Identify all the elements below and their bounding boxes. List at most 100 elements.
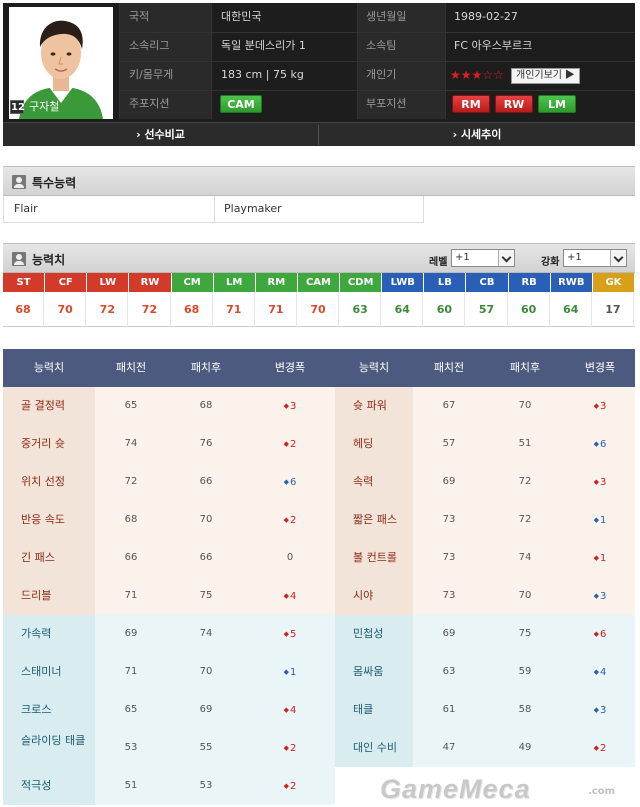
level-select[interactable]: +1 [451, 249, 515, 267]
stat-after: 70 [199, 514, 213, 525]
stat-after: 70 [518, 400, 532, 411]
position-value: 63 [340, 292, 382, 327]
stat-after: 75 [199, 590, 213, 601]
stat-delta: ◆2 [245, 501, 335, 539]
stat-delta: ◆2 [565, 729, 635, 767]
increase-icon: ◆ [283, 516, 289, 524]
stat-after: 74 [518, 552, 532, 563]
stat-before: 57 [442, 438, 456, 449]
position-value: 68 [172, 292, 213, 327]
stat-delta: ◆3 [565, 577, 635, 615]
enhance-select-value: +1 [567, 252, 582, 263]
stat-before: 47 [442, 742, 456, 753]
table-row: 골 결정력 65 68 ◆3 슛 파워 67 70 ◆3 [3, 387, 635, 425]
stat-name: 짧은 패스 [335, 501, 413, 539]
stat-delta-value: 5 [290, 629, 297, 640]
stat-after: 69 [199, 704, 213, 715]
position-value: 57 [466, 292, 508, 327]
position-name: LB [424, 273, 466, 292]
player-icon [12, 252, 26, 266]
team-label: 소속팀 [366, 39, 397, 52]
stat-delta: ◆2 [245, 767, 335, 805]
stat-name: 스태미너 [3, 653, 95, 691]
stat-after: 72 [518, 476, 532, 487]
position-rating-gk: GK 17 [592, 273, 634, 327]
column-header: 능력치 [358, 361, 390, 374]
stat-delta: ◆4 [245, 691, 335, 729]
table-row: 중거리 슛 74 76 ◆2 헤딩 57 51 ◆6 [3, 425, 635, 463]
stat-name: 적극성 [3, 767, 95, 805]
level-select-value: +1 [455, 252, 470, 263]
decrease-icon: ◆ [593, 668, 599, 676]
position-name: CM [171, 273, 213, 292]
table-row: 슬라이딩 태클 53 55 ◆2 대인 수비 47 49 ◆2 [3, 729, 635, 767]
stat-before: 73 [442, 552, 456, 563]
card-tab-bar: › 선수비교 › 시세추이 [3, 122, 635, 146]
stat-name: 슛 파워 [335, 387, 413, 425]
special-ability-header: 특수능력 [3, 166, 635, 196]
column-header: 패치후 [190, 361, 222, 374]
stat-before: 51 [124, 780, 138, 791]
stat-delta-value: 3 [600, 401, 607, 412]
stat-delta-value: 1 [290, 667, 297, 678]
stat-delta: ◆2 [245, 729, 335, 767]
position-rating-rw: RW 72 [129, 273, 171, 327]
stat-delta: ◆3 [565, 691, 635, 729]
compare-players-tab[interactable]: › 선수비교 [3, 123, 318, 147]
stat-name: 몸싸움 [335, 653, 413, 691]
stat-delta-value: 6 [600, 439, 607, 450]
decrease-icon: ◆ [283, 668, 289, 676]
stat-after: 66 [199, 476, 213, 487]
table-row: 크로스 65 69 ◆4 태클 61 58 ◆3 [3, 691, 635, 729]
special-ability-list: Flair Playmaker [3, 196, 424, 223]
position-rating-cam: CAM 70 [297, 273, 340, 327]
stat-delta: 0 [245, 539, 335, 577]
position-name: CB [466, 273, 508, 292]
stat-delta: ◆6 [245, 463, 335, 501]
position-name: CF [45, 273, 87, 292]
position-name: CDM [340, 273, 382, 292]
stat-after: 72 [518, 514, 532, 525]
stat-before: 72 [124, 476, 138, 487]
stat-delta-value: 2 [290, 781, 297, 792]
price-trend-tab[interactable]: › 시세추이 [319, 123, 635, 147]
stat-name: 태클 [335, 691, 413, 729]
position-rating-rm: RM 71 [255, 273, 297, 327]
stat-delta: ◆4 [245, 577, 335, 615]
table-row: 긴 패스 66 66 0 볼 컨트롤 73 74 ◆1 [3, 539, 635, 577]
stat-before: 68 [124, 514, 138, 525]
decrease-icon: ◆ [593, 592, 599, 600]
position-value: 72 [129, 292, 171, 327]
position-name: CAM [297, 273, 340, 292]
stat-delta: ◆1 [245, 653, 335, 691]
stat-before: 71 [124, 590, 138, 601]
stat-delta: ◆4 [565, 653, 635, 691]
increase-icon: ◆ [283, 402, 289, 410]
increase-icon: ◆ [283, 706, 289, 714]
position-name: RWB [550, 273, 592, 292]
stat-delta-value: 2 [290, 743, 297, 754]
position-rating-rb: RB 60 [508, 273, 550, 327]
birthdate-value: 1989-02-27 [454, 10, 518, 23]
sub-position-badge-rw: RW [495, 95, 533, 113]
info-row-nationality: 국적 대한민국 생년월일 1989-02-27 [3, 3, 635, 31]
increase-icon: ◆ [593, 744, 599, 752]
increase-icon: ◆ [283, 440, 289, 448]
table-row: 드리블 71 75 ◆4 시야 73 70 ◆3 [3, 577, 635, 615]
stat-delta-value: 4 [290, 591, 297, 602]
view-skill-moves-button[interactable]: 개인기보기 ▶ [511, 68, 580, 84]
increase-icon: ◆ [283, 744, 289, 752]
stat-name: 헤딩 [335, 425, 413, 463]
decrease-icon: ◆ [593, 706, 599, 714]
enhance-select[interactable]: +1 [563, 249, 627, 267]
table-row: 가속력 69 74 ◆5 민첩성 69 75 ◆6 [3, 615, 635, 653]
column-header: 변경폭 [274, 361, 306, 374]
position-name: LWB [382, 273, 424, 292]
position-rating-lb: LB 60 [424, 273, 466, 327]
level-label: 레벨 [429, 257, 448, 268]
sub-position-badge-lm: LM [538, 95, 576, 113]
position-value: 60 [424, 292, 466, 327]
main-position-label: 주포지션 [129, 97, 170, 110]
increase-icon: ◆ [593, 478, 599, 486]
info-row-league: 소속리그 독일 분데스리가 1 소속팀 FC 아우스부르크 [3, 32, 635, 60]
